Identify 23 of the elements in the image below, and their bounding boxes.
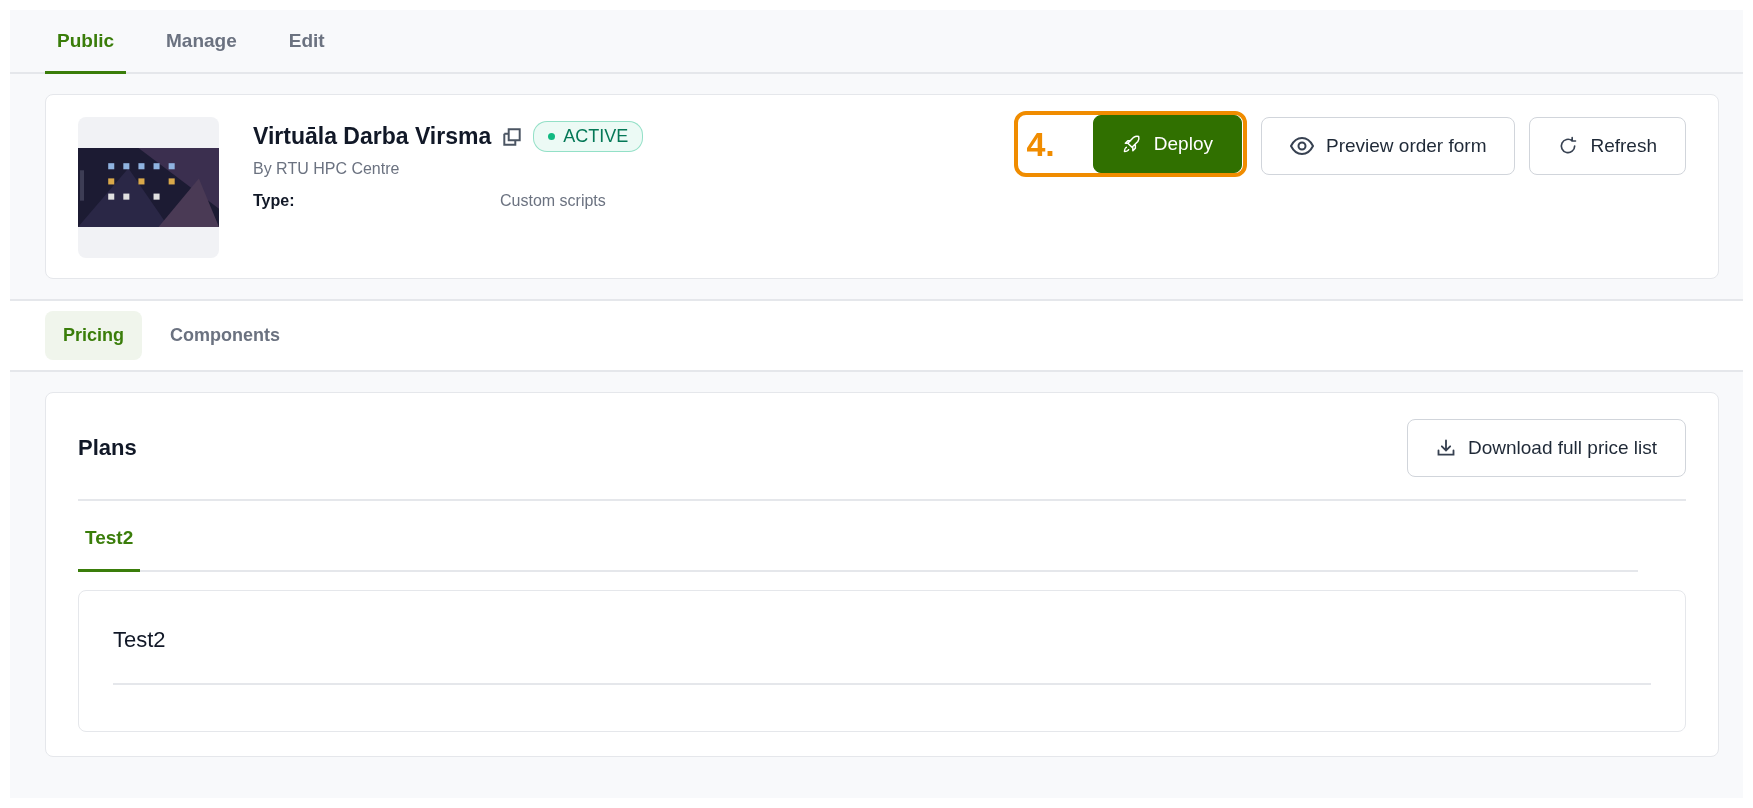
download-icon: [1435, 438, 1456, 458]
section-tab[interactable]: Components: [152, 311, 298, 360]
status-label: ACTIVE: [563, 126, 629, 147]
deploy-button[interactable]: Deploy: [1092, 115, 1242, 173]
section-tab[interactable]: Pricing: [45, 311, 142, 360]
annotation-number: 4.: [1026, 124, 1055, 164]
page-tab[interactable]: Edit: [276, 10, 337, 74]
refresh-button[interactable]: Refresh: [1529, 117, 1686, 175]
plan-tab[interactable]: Test2: [78, 515, 141, 572]
refresh-icon: [1558, 136, 1579, 156]
plan-name: Test2: [113, 627, 1651, 685]
eye-icon: [1289, 136, 1314, 156]
copy-icon[interactable]: [501, 125, 524, 148]
field-label: Type:: [253, 192, 296, 210]
field-value: Custom scripts: [500, 192, 606, 210]
offering-title: Virtuāla Darba Virsma: [253, 123, 492, 150]
download-button[interactable]: Download full price list: [1406, 419, 1686, 477]
preview-button[interactable]: Preview order form: [1260, 117, 1516, 175]
plans-title: Plans: [78, 435, 137, 461]
page-tab[interactable]: Manage: [154, 10, 249, 74]
page-tab[interactable]: Public: [45, 10, 126, 74]
rocket-icon: [1121, 134, 1142, 154]
provider-text: By RTU HPC Centre: [253, 160, 401, 178]
